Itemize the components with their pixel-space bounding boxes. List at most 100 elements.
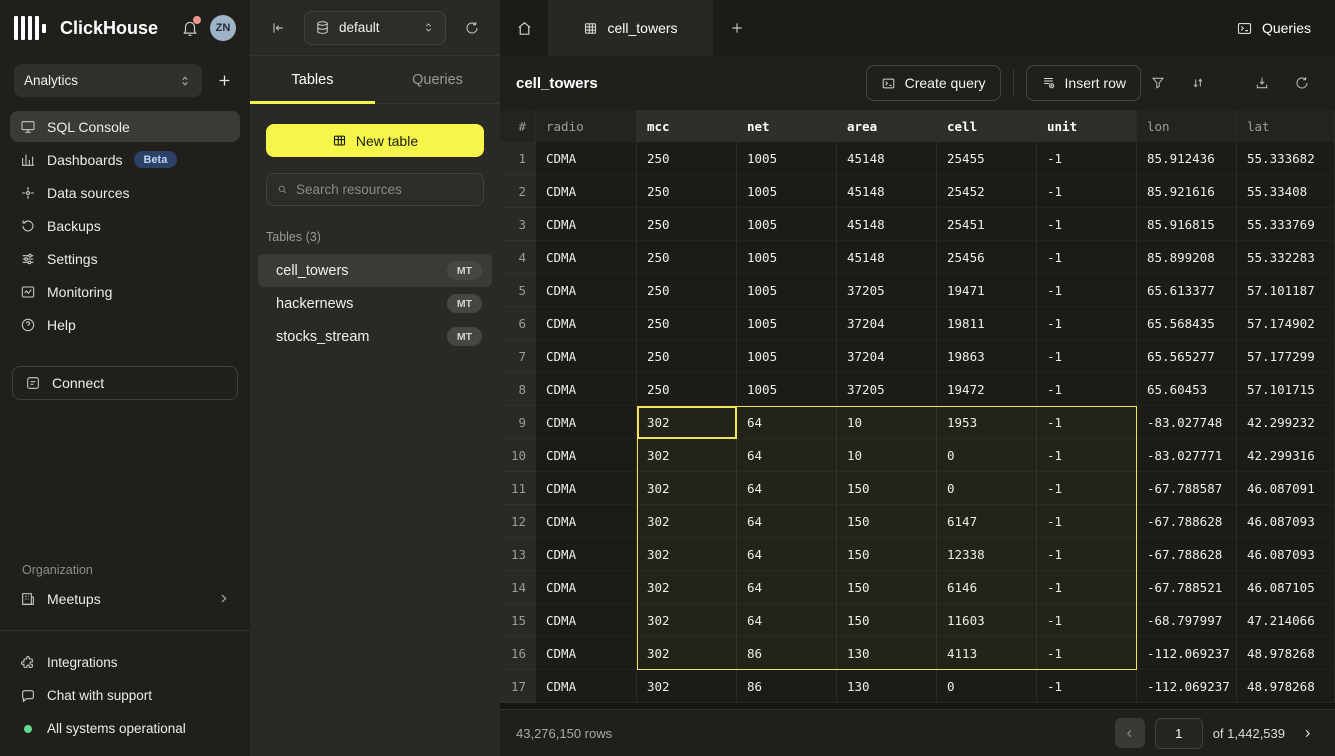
table-cell[interactable]: CDMA [536,175,637,208]
table-cell[interactable]: 55.332283 [1237,241,1335,274]
table-cell[interactable]: 19863 [937,340,1037,373]
row-number[interactable]: 14 [500,571,536,604]
table-cell[interactable]: 45148 [837,241,937,274]
table-cell[interactable]: 1005 [737,241,837,274]
table-cell[interactable]: -112.069237 [1137,637,1237,670]
table-cell[interactable]: 42.299316 [1237,439,1335,472]
table-cell[interactable]: -1 [1037,538,1137,571]
table-cell[interactable]: 64 [737,439,837,472]
table-cell[interactable]: 1005 [737,340,837,373]
column-header-radio[interactable]: radio [536,110,637,142]
table-cell[interactable]: CDMA [536,208,637,241]
table-cell[interactable]: CDMA [536,406,637,439]
home-button[interactable] [500,0,548,56]
table-cell[interactable]: -1 [1037,373,1137,406]
table-cell[interactable]: 11603 [937,604,1037,637]
column-header-lon[interactable]: lon [1137,110,1237,142]
row-number[interactable]: 17 [500,670,536,703]
page-number-input[interactable] [1155,718,1203,749]
row-number[interactable]: 4 [500,241,536,274]
table-cell[interactable]: CDMA [536,439,637,472]
table-cell[interactable]: 302 [637,505,737,538]
column-header-num[interactable]: # [500,110,536,142]
refresh-table-button[interactable] [1285,66,1319,100]
sidebar-item-integrations[interactable]: Integrations [10,647,240,678]
table-cell[interactable]: -1 [1037,241,1137,274]
table-cell[interactable]: CDMA [536,571,637,604]
insert-row-button[interactable]: Insert row [1026,65,1141,101]
table-cell[interactable]: 57.177299 [1237,340,1335,373]
table-cell[interactable]: 46.087105 [1237,571,1335,604]
table-cell[interactable]: 45148 [837,208,937,241]
table-cell[interactable]: 150 [837,604,937,637]
table-cell[interactable]: -83.027771 [1137,439,1237,472]
tab-queries[interactable]: Queries [375,56,500,103]
table-cell[interactable]: -67.788587 [1137,472,1237,505]
table-cell[interactable]: 42.299232 [1237,406,1335,439]
table-cell[interactable]: CDMA [536,142,637,175]
row-number[interactable]: 2 [500,175,536,208]
row-number[interactable]: 6 [500,307,536,340]
sidebar-item-backups[interactable]: Backups [10,210,240,241]
table-cell[interactable]: 302 [637,670,737,703]
sidebar-item-data-sources[interactable]: Data sources [10,177,240,208]
table-cell[interactable]: 37204 [837,340,937,373]
table-cell[interactable]: CDMA [536,373,637,406]
table-cell[interactable]: 1005 [737,274,837,307]
create-query-button[interactable]: Create query [866,65,1001,101]
database-selector[interactable]: default [304,11,446,45]
workspace-selector[interactable]: Analytics [14,64,202,97]
table-cell[interactable]: 4113 [937,637,1037,670]
table-cell[interactable]: -67.788628 [1137,538,1237,571]
table-cell[interactable]: 302 [637,538,737,571]
table-cell[interactable]: CDMA [536,670,637,703]
refresh-resources-button[interactable] [458,14,486,42]
table-cell[interactable]: 250 [637,208,737,241]
table-cell[interactable]: -1 [1037,274,1137,307]
table-cell[interactable]: 65.60453 [1137,373,1237,406]
table-cell[interactable]: 130 [837,637,937,670]
table-cell[interactable]: 302 [637,604,737,637]
table-cell[interactable]: CDMA [536,307,637,340]
table-cell[interactable]: CDMA [536,538,637,571]
sort-button[interactable] [1181,66,1215,100]
table-cell[interactable]: 150 [837,505,937,538]
table-cell[interactable]: -1 [1037,406,1137,439]
table-cell[interactable]: -1 [1037,439,1137,472]
table-cell[interactable]: 250 [637,142,737,175]
table-cell[interactable]: CDMA [536,505,637,538]
row-number[interactable]: 3 [500,208,536,241]
table-cell[interactable]: -1 [1037,505,1137,538]
table-cell[interactable]: 150 [837,538,937,571]
column-header-area[interactable]: area [837,110,937,142]
table-cell[interactable]: 302 [637,637,737,670]
next-page-button[interactable] [1295,718,1319,748]
table-list-item-stocks-stream[interactable]: stocks_stream MT [258,320,492,353]
row-number[interactable]: 7 [500,340,536,373]
table-cell[interactable]: 250 [637,373,737,406]
table-cell[interactable]: 0 [937,670,1037,703]
add-service-button[interactable] [212,69,236,93]
table-cell[interactable]: 55.333769 [1237,208,1335,241]
table-cell[interactable]: -1 [1037,142,1137,175]
table-cell[interactable]: 150 [837,472,937,505]
table-cell[interactable]: 1005 [737,142,837,175]
connect-button[interactable]: Connect [12,366,238,400]
table-cell[interactable]: CDMA [536,604,637,637]
table-cell[interactable]: 19472 [937,373,1037,406]
table-cell[interactable]: CDMA [536,637,637,670]
table-cell[interactable]: 302 [637,439,737,472]
table-cell[interactable]: 64 [737,571,837,604]
table-cell[interactable]: 10 [837,439,937,472]
table-cell[interactable]: -1 [1037,670,1137,703]
sidebar-item-settings[interactable]: Settings [10,243,240,274]
filter-button[interactable] [1141,66,1175,100]
table-cell[interactable]: 250 [637,340,737,373]
table-cell[interactable]: 0 [937,439,1037,472]
row-number[interactable]: 9 [500,406,536,439]
table-list-item-cell-towers[interactable]: cell_towers MT [258,254,492,287]
table-cell[interactable]: 250 [637,274,737,307]
table-cell[interactable]: 85.899208 [1137,241,1237,274]
row-number[interactable]: 5 [500,274,536,307]
table-cell[interactable]: 57.174902 [1237,307,1335,340]
